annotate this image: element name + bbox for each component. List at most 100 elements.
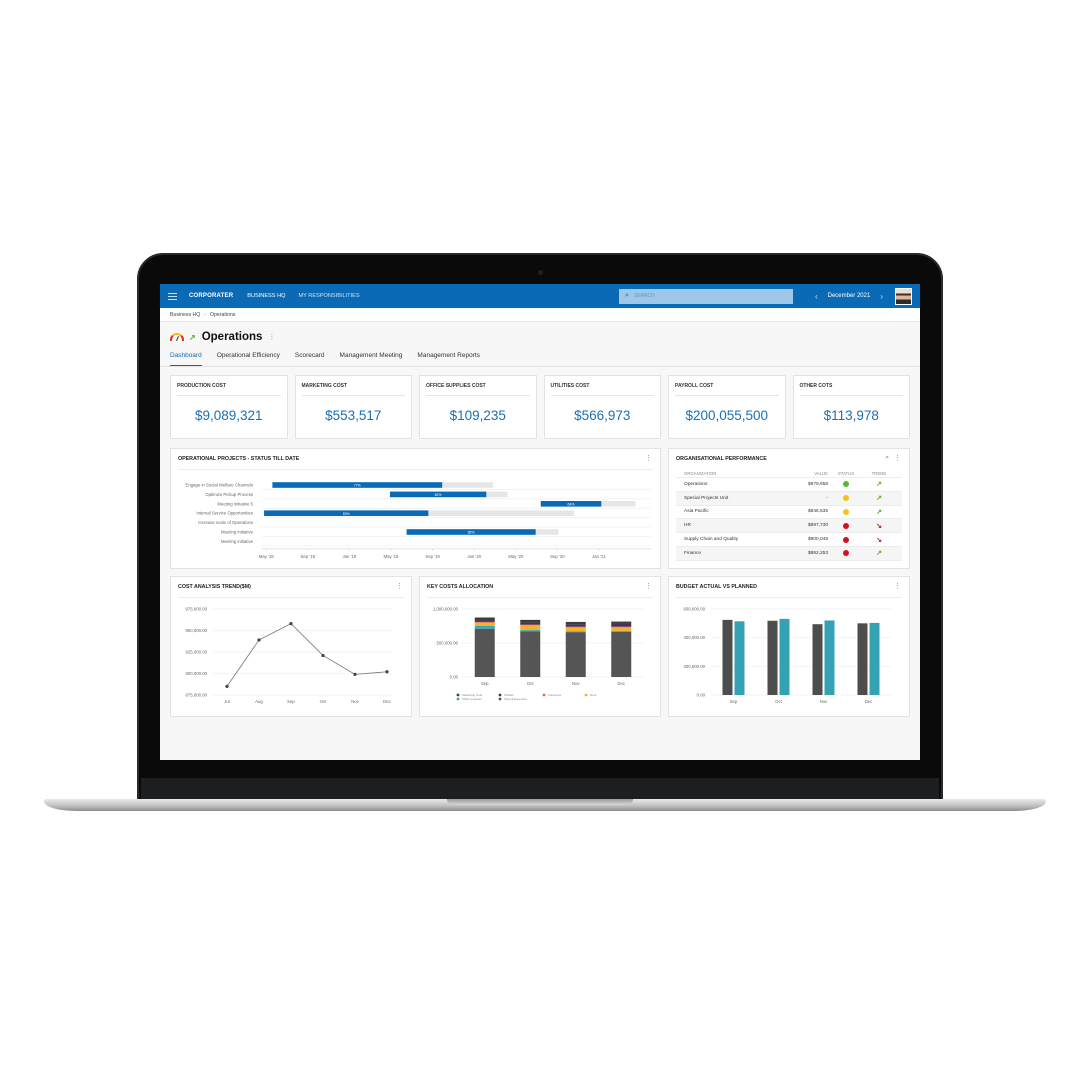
x-tick-label: Jan '19 bbox=[343, 554, 357, 559]
legend-label: Payroll Expenses bbox=[504, 697, 528, 701]
breadcrumb-operations[interactable]: Operations bbox=[210, 312, 235, 318]
data-point bbox=[385, 670, 389, 674]
x-tick-label: Aug bbox=[255, 699, 263, 704]
x-tick-label: Dec bbox=[383, 699, 391, 704]
column-trend[interactable]: TREND bbox=[864, 471, 894, 476]
kpi-utilities-cost[interactable]: UTILITIES COST $566,973 bbox=[543, 375, 661, 439]
page-title: Operations bbox=[201, 331, 263, 343]
x-tick-label: Nov bbox=[351, 699, 359, 704]
x-tick-label: Jan '21 bbox=[592, 554, 606, 559]
stacked-bar-segment bbox=[474, 626, 495, 629]
budget-grouped-bar-chart: 600,000.00 400,000.00 200,000.00 0.00 Sep Oct… bbox=[683, 607, 891, 704]
trend-line bbox=[226, 623, 388, 687]
stacked-bar-segment bbox=[565, 624, 586, 627]
task-label: Meeting initiative bbox=[221, 539, 254, 544]
kpi-other-costs[interactable]: OTHER COTS $113,978 bbox=[792, 375, 910, 439]
stacked-bar-segment bbox=[611, 623, 632, 627]
task-label: Increase scale of Operations bbox=[198, 520, 253, 525]
stacked-bar-segment bbox=[520, 625, 541, 631]
chevron-left-icon[interactable]: ‹ bbox=[815, 292, 818, 301]
period-selector: ‹ December 2021 › bbox=[805, 292, 893, 301]
table-row[interactable]: HR $897,730 ↘ bbox=[676, 519, 902, 534]
tab-scorecard[interactable]: Scorecard bbox=[295, 352, 325, 366]
column-status[interactable]: STATUS bbox=[828, 471, 864, 476]
task-progress-label: 85% bbox=[468, 531, 475, 535]
legend-label: Office supplies bbox=[462, 697, 482, 701]
search-input[interactable]: ⌕ SEARCH bbox=[618, 288, 793, 304]
table-header: ORGANIZATION VALUE STATUS TREND bbox=[676, 469, 902, 478]
data-point bbox=[289, 622, 293, 626]
kpi-value: $553,517 bbox=[325, 408, 382, 423]
stacked-bar-segment bbox=[565, 626, 586, 628]
stacked-bar-segment bbox=[611, 627, 632, 631]
x-tick-label: Sep '19 bbox=[425, 554, 440, 559]
more-options-icon[interactable]: ⋮ bbox=[268, 333, 275, 341]
trend-up-icon: ↗ bbox=[876, 508, 882, 516]
y-tick-label: 0.00 bbox=[450, 675, 459, 680]
status-dot-icon bbox=[843, 495, 849, 502]
kpi-label: PRODUCTION COST bbox=[177, 383, 281, 396]
y-tick-label: 1,000,000.00 bbox=[433, 607, 459, 612]
kpi-marketing-cost[interactable]: MARKETING COST $553,517 bbox=[294, 375, 412, 439]
bar-actual bbox=[722, 619, 733, 695]
task-progress-label: 77% bbox=[354, 484, 361, 488]
organization-name: Operations bbox=[684, 481, 708, 487]
table-row[interactable]: Special Projects Unit - ↗ bbox=[676, 491, 902, 506]
bar-planned bbox=[779, 618, 790, 695]
tab-operational-efficiency[interactable]: Operational Efficiency bbox=[217, 352, 280, 366]
stacked-bar-segment bbox=[565, 631, 586, 633]
table-row[interactable]: Finance $882,253 ↗ bbox=[676, 546, 902, 561]
laptop-notch bbox=[447, 799, 633, 805]
stacked-bar-segment bbox=[474, 621, 495, 623]
menu-icon[interactable] bbox=[168, 292, 177, 300]
x-tick-label: May '19 bbox=[384, 554, 400, 559]
legend-swatch bbox=[456, 697, 460, 701]
budget-actual-vs-planned-card: BUDGET ACTUAL VS PLANNED ⋮ 600,000.00 400… bbox=[668, 576, 910, 717]
kpi-office-supplies-cost[interactable]: OFFICE SUPPLIES COST $109,235 bbox=[419, 375, 537, 439]
more-options-icon[interactable]: ⋮ bbox=[894, 454, 901, 462]
x-tick-label: Oct bbox=[527, 681, 534, 686]
tab-management-reports[interactable]: Management Reports bbox=[417, 352, 480, 366]
nav-business-hq[interactable]: BUSINESS HQ bbox=[247, 293, 285, 299]
x-tick-label: Oct bbox=[320, 699, 327, 704]
app-logo[interactable]: CORPORATER bbox=[189, 293, 233, 299]
column-value[interactable]: VALUE bbox=[788, 471, 828, 476]
status-dot-icon bbox=[843, 522, 849, 529]
cost-analysis-trend-card: COST ANALYSIS TREND($M) ⋮ 975,000.00 950,… bbox=[170, 576, 412, 717]
organization-name: Asia Pacific bbox=[684, 509, 709, 515]
status-cell bbox=[828, 481, 864, 488]
chevron-right-icon[interactable]: › bbox=[880, 292, 883, 301]
gauge-icon bbox=[170, 333, 184, 341]
stacked-bar-segment bbox=[565, 621, 586, 625]
tab-management-meeting[interactable]: Management Meeting bbox=[340, 352, 403, 366]
table-row[interactable]: Supply Chain and Quality $900,049 ↘ bbox=[676, 533, 902, 547]
kpi-payroll-cost[interactable]: PAYROLL COST $200,055,500 bbox=[668, 375, 786, 439]
trend-up-icon: ↗ bbox=[189, 332, 196, 342]
x-tick-label: Jan '20 bbox=[467, 554, 481, 559]
kpi-label: MARKETING COST bbox=[301, 383, 405, 396]
tab-dashboard[interactable]: Dashboard bbox=[170, 352, 202, 366]
user-avatar[interactable] bbox=[895, 287, 912, 305]
breadcrumb: Business HQ › Operations bbox=[160, 308, 920, 322]
table-row[interactable]: Asia Pacific $946,535 ↗ bbox=[676, 506, 902, 520]
x-tick-label: May '18 bbox=[259, 554, 275, 559]
breadcrumb-business-hq[interactable]: Business HQ bbox=[170, 312, 200, 318]
column-organization[interactable]: ORGANIZATION bbox=[684, 471, 788, 476]
x-tick-label: May '20 bbox=[508, 554, 524, 559]
stacked-bar-segment bbox=[611, 621, 632, 624]
period-label[interactable]: December 2021 bbox=[828, 293, 871, 299]
nav-my-responsibilities[interactable]: MY RESPONSIBILITIES bbox=[298, 293, 359, 299]
kpi-label: PAYROLL COST bbox=[675, 383, 779, 396]
stacked-bar-segment bbox=[520, 619, 541, 623]
app-screen: CORPORATER BUSINESS HQ MY RESPONSIBILITI… bbox=[160, 284, 920, 760]
search-placeholder: SEARCH bbox=[633, 293, 655, 299]
kpi-production-cost[interactable]: PRODUCTION COST $9,089,321 bbox=[170, 375, 288, 439]
search-icon[interactable]: ⌕ bbox=[885, 454, 889, 462]
table-row[interactable]: Operations $979,658 ↗ bbox=[676, 478, 902, 492]
x-tick-label: Sep bbox=[730, 699, 738, 704]
x-tick-label: Oct bbox=[775, 699, 782, 704]
trend-up-icon: ↗ bbox=[876, 550, 882, 558]
x-tick-label: Jul bbox=[224, 699, 230, 704]
legend-swatch bbox=[498, 693, 502, 697]
organisational-performance-card: ORGANISATIONAL PERFORMANCE ⌕ ⋮ ORGANIZAT… bbox=[668, 448, 910, 569]
